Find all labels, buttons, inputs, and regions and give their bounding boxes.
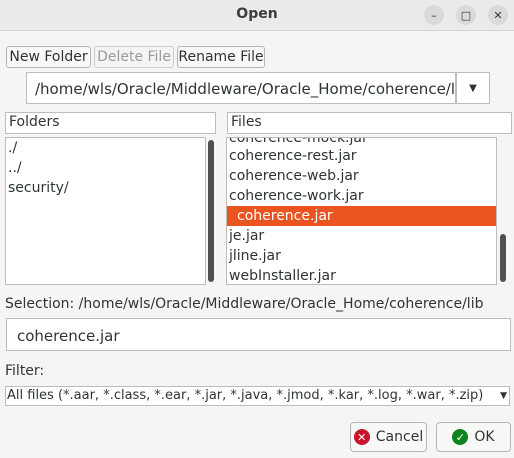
path-combo[interactable]: /home/wls/Oracle/Middleware/Oracle_Home/… [26,72,456,104]
selection-label: Selection: /home/wls/Oracle/Middleware/O… [5,296,484,312]
cancel-icon: ✕ [353,429,370,445]
rename-file-label: Rename File [178,49,264,65]
path-value: /home/wls/Oracle/Middleware/Oracle_Home/… [35,80,456,98]
folders-scroll-thumb[interactable] [208,140,214,282]
filter-select[interactable]: All files (*.aar, *.class, *.ear, *.jar,… [5,386,510,406]
new-folder-label: New Folder [9,49,88,65]
rename-file-button[interactable]: Rename File [177,46,265,68]
files-scroll-thumb[interactable] [500,234,506,282]
files-header-label: Files [231,114,262,130]
ok-label: OK [474,429,495,445]
chevron-down-icon: ▼ [469,82,477,94]
path-dropdown-button[interactable]: ▼ [456,72,490,104]
ok-button[interactable]: ✓ OK [436,422,511,452]
file-item-selected[interactable]: coherence.jar [227,206,496,226]
file-item[interactable]: je.jar [229,226,494,246]
selection-input[interactable]: coherence.jar [6,318,511,351]
selection-value: coherence.jar [17,327,120,345]
folder-item[interactable]: security/ [8,178,203,198]
files-scrollbar[interactable] [499,140,507,284]
check-icon: ✓ [452,429,469,445]
files-header: Files [227,112,512,134]
close-icon[interactable]: ✕ [488,5,508,25]
cancel-button[interactable]: ✕ Cancel [350,422,427,452]
file-item[interactable]: coherence-web.jar [229,166,494,186]
file-item[interactable]: jline.jar [229,246,494,266]
folders-header: Folders [5,112,216,134]
folders-list[interactable]: ./ ../ security/ [5,137,206,285]
title-bar: Open – □ ✕ [0,0,514,31]
cancel-label: Cancel [375,429,424,445]
folders-header-label: Folders [9,114,60,130]
filter-value: All files (*.aar, *.class, *.ear, *.jar,… [7,388,484,403]
folder-item[interactable]: ./ [8,138,203,158]
new-folder-button[interactable]: New Folder [6,46,91,68]
minimize-icon[interactable]: – [424,5,444,25]
filter-label: Filter: [5,363,45,379]
delete-file-button[interactable]: Delete File [94,46,174,68]
folders-scrollbar[interactable] [207,140,215,284]
file-item[interactable]: coherence-work.jar [229,186,494,206]
maximize-icon[interactable]: □ [456,5,476,25]
file-item[interactable]: coherence-rest.jar [229,146,494,166]
file-item[interactable]: webInstaller.jar [229,266,494,284]
filter-dropdown-icon[interactable]: ▼ [500,387,507,405]
delete-file-label: Delete File [97,49,171,65]
files-list[interactable]: coherence-mock.jar coherence-rest.jar co… [226,137,497,285]
folder-item[interactable]: ../ [8,158,203,178]
